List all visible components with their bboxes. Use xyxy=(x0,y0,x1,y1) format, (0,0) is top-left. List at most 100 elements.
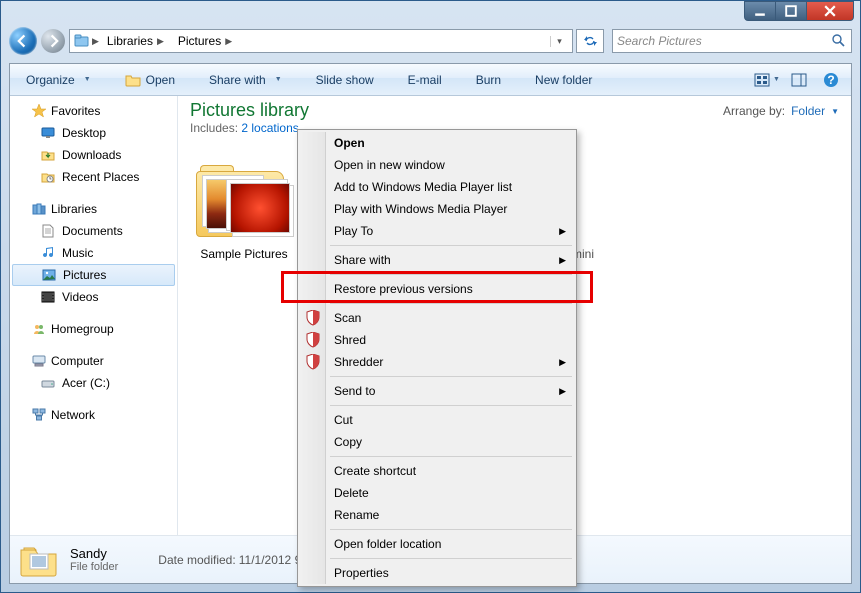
sidebar-computer[interactable]: Computer xyxy=(10,350,177,372)
sidebar-libraries[interactable]: Libraries xyxy=(10,198,177,220)
maximize-button[interactable] xyxy=(775,1,807,21)
sidebar-group-label: Homegroup xyxy=(51,322,114,336)
slideshow-button[interactable]: Slide show xyxy=(306,68,384,92)
desktop-icon xyxy=(40,125,56,141)
new-folder-button[interactable]: New folder xyxy=(525,68,602,92)
share-with-button[interactable]: Share with xyxy=(199,68,292,92)
sidebar-item-label: Documents xyxy=(62,224,123,238)
ctx-play-to[interactable]: Play To▶ xyxy=(300,220,574,242)
folder-thumb-icon xyxy=(194,165,290,243)
breadcrumb-seg-label: Pictures xyxy=(178,34,221,48)
homegroup-icon xyxy=(31,321,47,337)
ctx-add-wmp-list[interactable]: Add to Windows Media Player list xyxy=(300,176,574,198)
star-icon xyxy=(31,103,47,119)
ctx-shred[interactable]: Shred xyxy=(300,329,574,351)
sidebar-item-downloads[interactable]: Downloads xyxy=(10,144,177,166)
sidebar-item-desktop[interactable]: Desktop xyxy=(10,122,177,144)
chevron-right-icon: ▶ xyxy=(157,36,164,47)
burn-button[interactable]: Burn xyxy=(466,68,511,92)
sidebar-favorites[interactable]: Favorites xyxy=(10,100,177,122)
window-controls xyxy=(745,1,854,21)
recent-icon xyxy=(40,169,56,185)
ctx-create-shortcut[interactable]: Create shortcut xyxy=(300,460,574,482)
ctx-send-to[interactable]: Send to▶ xyxy=(300,380,574,402)
sidebar-group-label: Computer xyxy=(51,354,104,368)
computer-icon xyxy=(31,353,47,369)
breadcrumb-seg-label: Libraries xyxy=(107,34,153,48)
breadcrumb-pictures[interactable]: Pictures ▶ xyxy=(172,30,238,52)
sidebar-item-label: Acer (C:) xyxy=(62,376,110,390)
ctx-restore-versions[interactable]: Restore previous versions xyxy=(300,278,574,300)
arrange-by[interactable]: Arrange by: Folder ▼ xyxy=(723,104,839,118)
sidebar-group-label: Network xyxy=(51,408,95,422)
nav-back-button[interactable] xyxy=(9,27,37,55)
nav-forward-button[interactable] xyxy=(41,29,65,53)
minimize-button[interactable] xyxy=(744,1,776,21)
ctx-play-wmp[interactable]: Play with Windows Media Player xyxy=(300,198,574,220)
details-type: File folder xyxy=(70,561,118,573)
navigation-pane: Favorites Desktop Downloads Recent Place… xyxy=(10,96,178,535)
sidebar-item-drive-c[interactable]: Acer (C:) xyxy=(10,372,177,394)
sidebar-item-recent[interactable]: Recent Places xyxy=(10,166,177,188)
nav-row: ▶ Libraries ▶ Pictures ▶ ▾ Search Pictures xyxy=(9,25,852,57)
library-includes: Includes: 2 locations xyxy=(190,121,309,135)
sidebar-item-music[interactable]: Music xyxy=(10,242,177,264)
svg-text:?: ? xyxy=(827,73,834,87)
folder-open-icon xyxy=(125,72,141,88)
context-menu: Open Open in new window Add to Windows M… xyxy=(297,129,577,587)
close-button[interactable] xyxy=(806,1,854,21)
submenu-arrow-icon: ▶ xyxy=(559,255,566,266)
preview-pane-button[interactable] xyxy=(785,68,813,92)
ctx-properties[interactable]: Properties xyxy=(300,562,574,584)
sidebar-item-label: Music xyxy=(62,246,93,260)
sidebar-homegroup[interactable]: Homegroup xyxy=(10,318,177,340)
music-icon xyxy=(40,245,56,261)
ctx-share-with[interactable]: Share with▶ xyxy=(300,249,574,271)
details-folder-icon xyxy=(18,542,60,578)
address-bar[interactable]: ▶ Libraries ▶ Pictures ▶ ▾ xyxy=(69,29,573,53)
libraries-icon xyxy=(31,201,47,217)
chevron-right-icon: ▶ xyxy=(225,36,232,47)
open-button[interactable]: Open xyxy=(115,68,185,92)
details-modified: Date modified: 11/1/2012 9:40 xyxy=(158,553,318,567)
arrange-value: Folder xyxy=(791,104,825,118)
breadcrumb-separator-icon[interactable]: ▶ xyxy=(92,36,99,47)
arrange-label: Arrange by: xyxy=(723,104,785,118)
breadcrumb-libraries[interactable]: Libraries ▶ xyxy=(101,30,170,52)
address-history-dropdown[interactable]: ▾ xyxy=(550,36,568,47)
view-mode-button[interactable] xyxy=(753,68,781,92)
sidebar-item-pictures[interactable]: Pictures xyxy=(12,264,175,286)
document-icon xyxy=(40,223,56,239)
ctx-copy[interactable]: Copy xyxy=(300,431,574,453)
sidebar-item-videos[interactable]: Videos xyxy=(10,286,177,308)
submenu-arrow-icon: ▶ xyxy=(559,357,566,368)
explorer-window: ▶ Libraries ▶ Pictures ▶ ▾ Search Pictures… xyxy=(0,0,861,593)
search-box[interactable]: Search Pictures xyxy=(612,29,852,53)
submenu-arrow-icon: ▶ xyxy=(559,226,566,237)
ctx-shredder[interactable]: Shredder▶ xyxy=(300,351,574,373)
folder-sample-pictures[interactable]: Sample Pictures xyxy=(194,165,294,261)
location-library-icon xyxy=(74,34,90,48)
sidebar-network[interactable]: Network xyxy=(10,404,177,426)
item-label: Sample Pictures xyxy=(194,247,294,261)
ctx-rename[interactable]: Rename xyxy=(300,504,574,526)
refresh-button[interactable] xyxy=(576,29,604,53)
network-icon xyxy=(31,407,47,423)
organize-button[interactable]: Organize xyxy=(16,68,101,92)
help-button[interactable]: ? xyxy=(817,68,845,92)
sidebar-item-label: Recent Places xyxy=(62,170,139,184)
sidebar-item-label: Videos xyxy=(62,290,98,304)
ctx-cut[interactable]: Cut xyxy=(300,409,574,431)
ctx-scan[interactable]: Scan xyxy=(300,307,574,329)
ctx-open[interactable]: Open xyxy=(300,132,574,154)
downloads-icon xyxy=(40,147,56,163)
email-button[interactable]: E-mail xyxy=(398,68,452,92)
library-locations-link[interactable]: 2 locations xyxy=(241,121,298,135)
ctx-open-folder-location[interactable]: Open folder location xyxy=(300,533,574,555)
ctx-delete[interactable]: Delete xyxy=(300,482,574,504)
ctx-open-new-window[interactable]: Open in new window xyxy=(300,154,574,176)
dropdown-icon: ▼ xyxy=(831,107,839,116)
details-name: Sandy xyxy=(70,546,118,561)
shield-shred-icon xyxy=(304,331,322,349)
sidebar-item-documents[interactable]: Documents xyxy=(10,220,177,242)
